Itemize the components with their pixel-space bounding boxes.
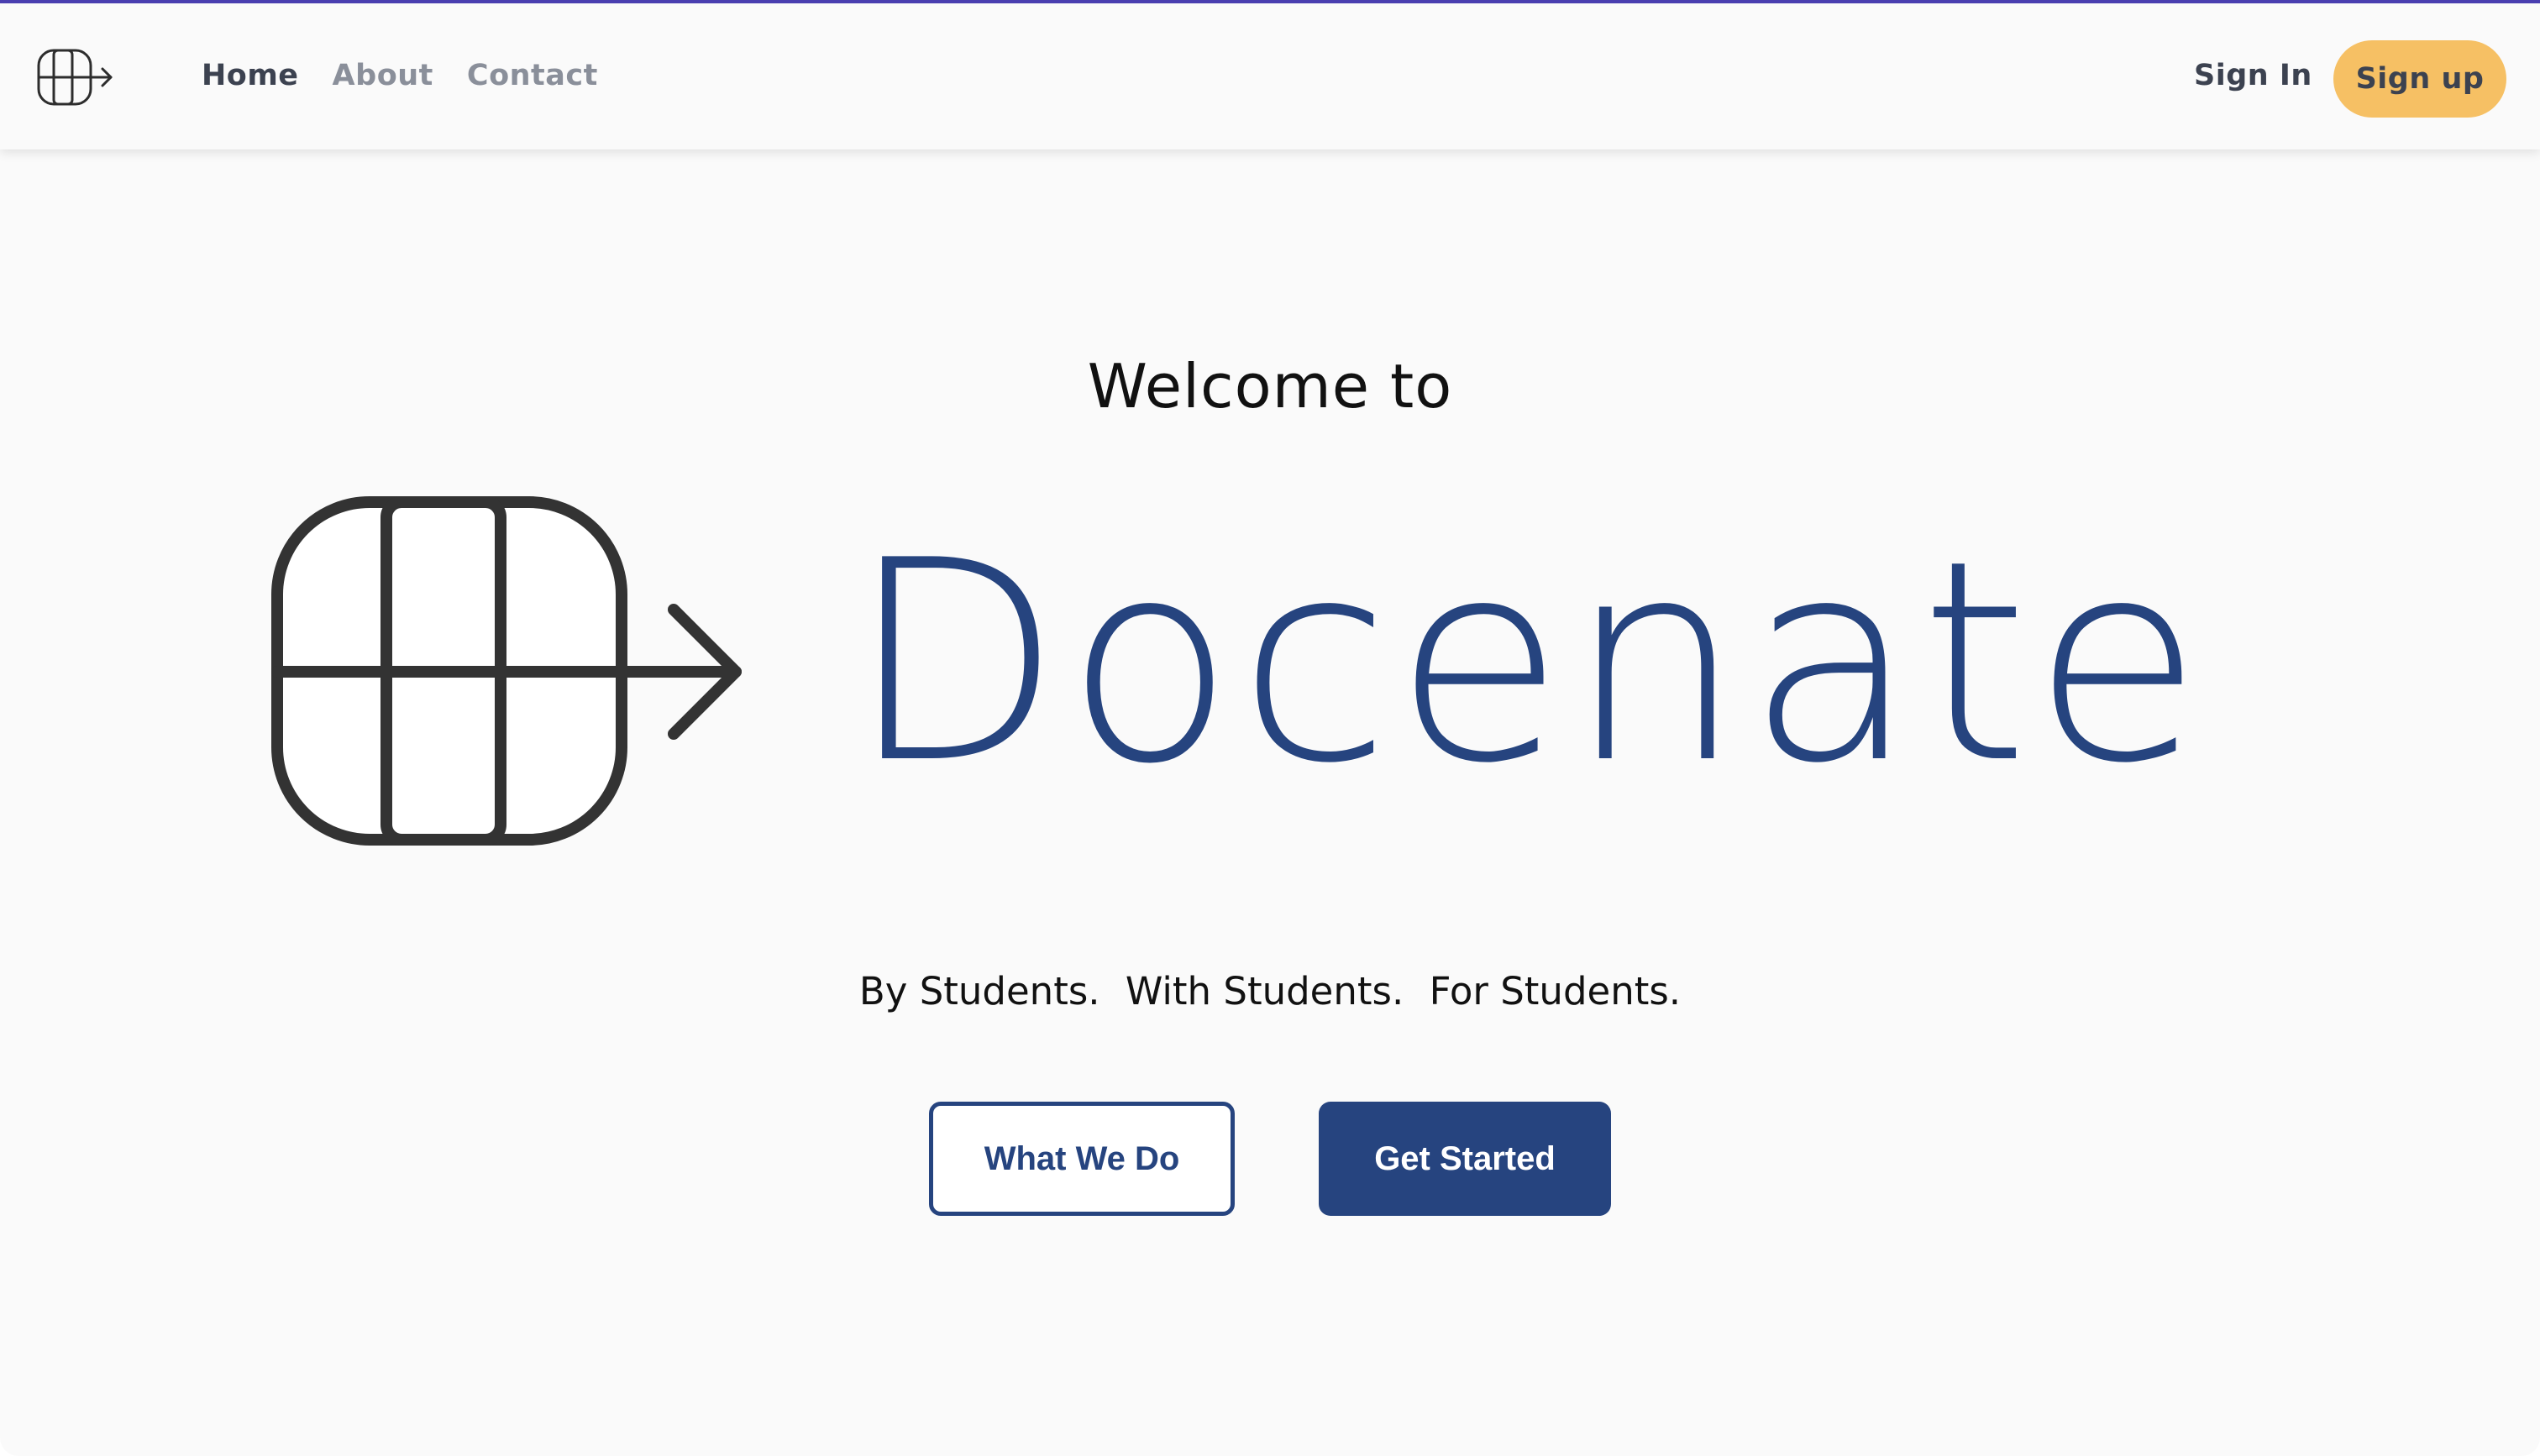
sign-up-button[interactable]: Sign up (2333, 40, 2506, 118)
navbar: Home About Contact Sign In Sign up (0, 3, 2540, 149)
hero-logo-icon (271, 496, 742, 846)
main-nav: Home About Contact (202, 59, 598, 92)
tagline-part: For Students. (1429, 969, 1682, 1013)
tagline-part: By Students. (858, 969, 1100, 1013)
brand-wordmark: Docenate (848, 501, 2207, 824)
tagline-part: With Students. (1125, 969, 1404, 1013)
get-started-button[interactable]: Get Started (1319, 1102, 1611, 1216)
nav-contact-link[interactable]: Contact (467, 59, 598, 92)
page: Home About Contact Sign In Sign up Welco… (0, 0, 2540, 1456)
welcome-heading: Welcome to (1087, 351, 1453, 422)
logo-icon[interactable] (35, 47, 116, 107)
nav-about-link[interactable]: About (333, 59, 433, 92)
sign-in-link[interactable]: Sign In (2194, 59, 2312, 92)
nav-home-link[interactable]: Home (202, 59, 299, 92)
what-we-do-button[interactable]: What We Do (929, 1102, 1235, 1216)
tagline: By Students. With Students. For Students… (0, 969, 2540, 1013)
